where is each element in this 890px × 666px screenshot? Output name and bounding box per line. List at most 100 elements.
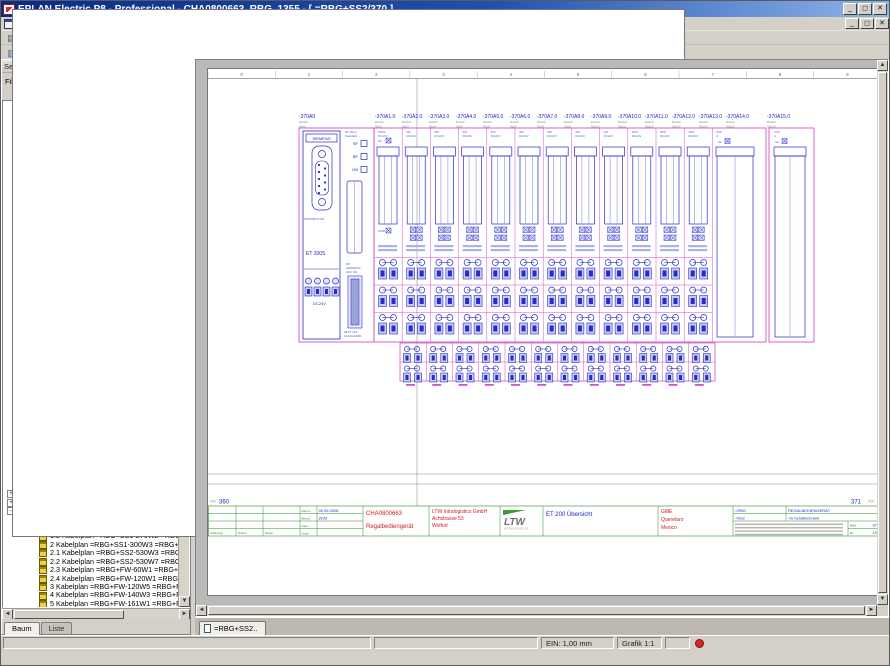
- svg-text:Rack0: Rack0: [726, 120, 735, 124]
- svg-text:9: 9: [846, 72, 849, 77]
- svg-text:LTW Intralogistics GmbH: LTW Intralogistics GmbH: [432, 509, 488, 515]
- status-message-cell: [3, 637, 371, 649]
- svg-text:DC24V: DC24V: [434, 134, 444, 138]
- tree-item-label: 3 Kabelplan =RBG+FW-120W5 =RBG+FW-1: [49, 583, 178, 591]
- mdi-restore-button[interactable]: ◻: [860, 18, 874, 29]
- cable-plan-icon: [39, 541, 47, 549]
- svg-text:6: 6: [644, 72, 647, 77]
- svg-text:DC24V: DC24V: [519, 134, 529, 138]
- tree-item[interactable]: 3 Kabelplan =RBG+FW-120W5 =RBG+FW-1: [3, 583, 178, 591]
- record-status-icon: [695, 639, 704, 648]
- svg-text:Slot7: Slot7: [510, 125, 517, 129]
- mdi-minimize-button[interactable]: _: [845, 18, 859, 29]
- svg-text:SF: SF: [353, 141, 359, 146]
- tree-item[interactable]: 2.1 Kabelplan =RBG+SS2-530W3 =RBG+SS: [3, 549, 178, 557]
- svg-text:SF: SF: [378, 139, 382, 143]
- tab-liste[interactable]: Liste: [41, 622, 73, 634]
- cable-plan-icon: [39, 600, 47, 607]
- tree-item-label: 2.1 Kabelplan =RBG+SS2-530W3 =RBG+SS: [49, 549, 178, 557]
- svg-text:DC24V: DC24V: [660, 134, 670, 138]
- scroll-thumb[interactable]: [878, 72, 887, 593]
- svg-text:ZEM: ZEM: [319, 516, 327, 521]
- svg-text:4: 4: [510, 72, 513, 77]
- svg-text:Slot3: Slot3: [402, 125, 409, 129]
- svg-text:Slot10: Slot10: [591, 125, 600, 129]
- sheet-tab[interactable]: =RBG+SS2..: [199, 621, 266, 635]
- application-window: EPLAN Electric P8 - Professional - CHA08…: [0, 0, 890, 666]
- svg-text:Bl.: Bl.: [850, 531, 854, 535]
- restore-button[interactable]: ◻: [858, 3, 872, 15]
- svg-text:1AA04-0AB0: 1AA04-0AB0: [344, 334, 362, 338]
- tree-item-label: 2.2 Kabelplan =RBG+SS2-530W7 =RBG+SS: [49, 558, 178, 566]
- svg-text:PROFIBUS-DP: PROFIBUS-DP: [304, 217, 325, 221]
- svg-text:Datum: Datum: [302, 509, 311, 513]
- tree-item[interactable]: 5 Kabelplan =RBG+FW-161W1 =RBG+FV-1: [3, 600, 178, 607]
- window-footer: [1, 650, 889, 663]
- svg-text:Standard: Standard: [345, 134, 358, 138]
- svg-text:0: 0: [240, 72, 243, 77]
- svg-text:OFF ON: OFF ON: [346, 270, 357, 274]
- svg-text:BF: BF: [353, 154, 359, 159]
- svg-text:Rack0: Rack0: [456, 120, 465, 124]
- svg-text:DC24V: DC24V: [491, 134, 501, 138]
- mdi-close-button[interactable]: ✕: [875, 18, 889, 29]
- scroll-right-arrow[interactable]: ►: [866, 605, 877, 616]
- status-grid-cell: EIN: 1,00 mm: [541, 637, 614, 649]
- svg-text:PWR: PWR: [378, 229, 386, 233]
- svg-text:Rack0: Rack0: [591, 120, 600, 124]
- scroll-thumb[interactable]: [14, 610, 124, 619]
- svg-text:DC24V: DC24V: [378, 134, 388, 138]
- svg-text:Achstrasse 53: Achstrasse 53: [432, 516, 464, 522]
- schematic-canvas: 0123456789SIEMENSPROFIBUS-DPET 200SDC24V…: [208, 69, 881, 597]
- cable-plan-icon: [39, 583, 47, 591]
- pages-tree: 160 Fahren Wegmessung vorne161 Fahren We…: [3, 101, 178, 607]
- tree-item[interactable]: 530 Profibusverlauf: [3, 482, 178, 490]
- svg-text:30.05.2008: 30.05.2008: [319, 508, 340, 513]
- svg-text:Gepr.: Gepr.: [302, 524, 310, 528]
- svg-text:Rack0: Rack0: [299, 120, 308, 124]
- svg-text:GME: GME: [661, 509, 673, 515]
- scroll-left-arrow[interactable]: ◄: [196, 605, 207, 616]
- tree-horizontal-scrollbar[interactable]: ◄ ►: [2, 608, 190, 619]
- svg-text:Slot9: Slot9: [564, 125, 571, 129]
- svg-text:8: 8: [779, 72, 782, 77]
- tree-item[interactable]: 2.4 Kabelplan =RBG+FW-120W1 =RBG+FW: [3, 575, 178, 583]
- svg-text:=RBG: =RBG: [735, 508, 746, 513]
- svg-text:Slot6: Slot6: [483, 125, 490, 129]
- status-info-cell: [374, 637, 538, 649]
- tree-item[interactable]: 2 Kabelplan =RBG+SS1-300W3 =RBG+SS1-: [3, 541, 178, 549]
- svg-text:Mexico: Mexico: [661, 525, 677, 531]
- tree-item[interactable]: 4 Kabelplan =RBG+FW-140W3 =RBG+FW-1: [3, 591, 178, 599]
- drawing-page[interactable]: 0123456789SIEMENSPROFIBUS-DPET 200SDC24V…: [207, 68, 880, 596]
- svg-text:Slot16: Slot16: [767, 125, 776, 129]
- svg-text:DC24V: DC24V: [575, 134, 585, 138]
- scroll-up-arrow[interactable]: ▲: [877, 60, 888, 71]
- tree-item-label: 2 Kabelplan =RBG+SS1-300W3 =RBG+SS1-: [49, 541, 178, 549]
- svg-text:INTRALOGISTICS: INTRALOGISTICS: [504, 528, 529, 531]
- svg-text:360: 360: [219, 500, 230, 506]
- svg-text:Rack0: Rack0: [645, 120, 654, 124]
- svg-text:DC24V: DC24V: [688, 134, 698, 138]
- tab-baum[interactable]: Baum: [4, 622, 40, 635]
- workspace-vertical-scrollbar[interactable]: ▲ ▼: [877, 60, 888, 605]
- svg-text:Wolfurt: Wolfurt: [432, 523, 448, 529]
- page-icon: [12, 482, 178, 490]
- close-button[interactable]: ✕: [873, 3, 887, 15]
- cable-plan-icon: [39, 549, 47, 557]
- svg-text:DC24V: DC24V: [313, 301, 326, 306]
- workspace-horizontal-scrollbar[interactable]: ◄ ►: [196, 605, 877, 616]
- svg-text:ET 200 Übersicht: ET 200 Übersicht: [546, 511, 593, 518]
- cable-plan-icon: [39, 566, 47, 574]
- scroll-down-arrow[interactable]: ▼: [877, 594, 888, 605]
- svg-text:Slot15: Slot15: [726, 125, 735, 129]
- scroll-down-arrow[interactable]: ▼: [179, 596, 190, 607]
- svg-text:Slot12: Slot12: [645, 125, 654, 129]
- svg-text:Urspr.: Urspr.: [302, 532, 310, 536]
- tree-item[interactable]: 2.2 Kabelplan =RBG+SS2-530W7 =RBG+SS: [3, 558, 178, 566]
- tree-item[interactable]: 2.3 Kabelplan =RBG+FW-60W1 =RBG+FW-: [3, 566, 178, 574]
- svg-text:Slot8: Slot8: [537, 125, 544, 129]
- scroll-thumb[interactable]: [208, 606, 865, 615]
- svg-text:SF: SF: [718, 140, 722, 144]
- minimize-button[interactable]: _: [843, 3, 857, 15]
- svg-text:U: U: [716, 134, 718, 138]
